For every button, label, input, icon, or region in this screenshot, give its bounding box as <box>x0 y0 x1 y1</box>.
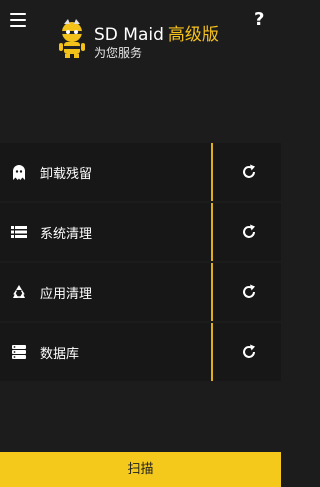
sd-maid-logo <box>59 19 85 58</box>
tool-label: 应用清理 <box>40 287 93 302</box>
app-name: SD Maid <box>94 25 164 45</box>
refresh-icon[interactable] <box>239 282 259 302</box>
tool-row-app-cleaner[interactable]: 应用清理 <box>0 263 281 321</box>
row-divider <box>211 203 213 261</box>
tool-row-corpse-finder[interactable]: 卸载残留 <box>0 143 281 201</box>
help-button[interactable]: ? <box>254 9 264 30</box>
scan-button[interactable]: 扫描 <box>0 452 281 487</box>
hamburger-icon[interactable] <box>10 13 26 27</box>
edition-label: 高级版 <box>167 25 219 45</box>
tool-label: 系统清理 <box>40 227 93 242</box>
tool-row-databases[interactable]: 数据库 <box>0 323 281 381</box>
tool-label: 数据库 <box>40 347 80 362</box>
recycle-icon <box>13 285 25 298</box>
app-header: SD Maid 高级版 为您服务 ? <box>0 0 281 70</box>
row-divider <box>211 263 213 321</box>
refresh-icon[interactable] <box>239 162 259 182</box>
tool-list: 卸载残留 系统清理 应用清理 数据库 <box>0 143 281 383</box>
app-title: SD Maid 高级版 <box>94 20 219 45</box>
refresh-icon[interactable] <box>239 342 259 362</box>
row-divider <box>211 143 213 201</box>
ghost-icon <box>13 165 25 180</box>
row-divider <box>211 323 213 381</box>
database-icon <box>12 345 26 359</box>
tool-row-system-cleaner[interactable]: 系统清理 <box>0 203 281 261</box>
app-subtitle: 为您服务 <box>94 46 143 60</box>
refresh-icon[interactable] <box>239 222 259 242</box>
list-icon <box>11 226 27 238</box>
tool-label: 卸载残留 <box>40 167 93 182</box>
